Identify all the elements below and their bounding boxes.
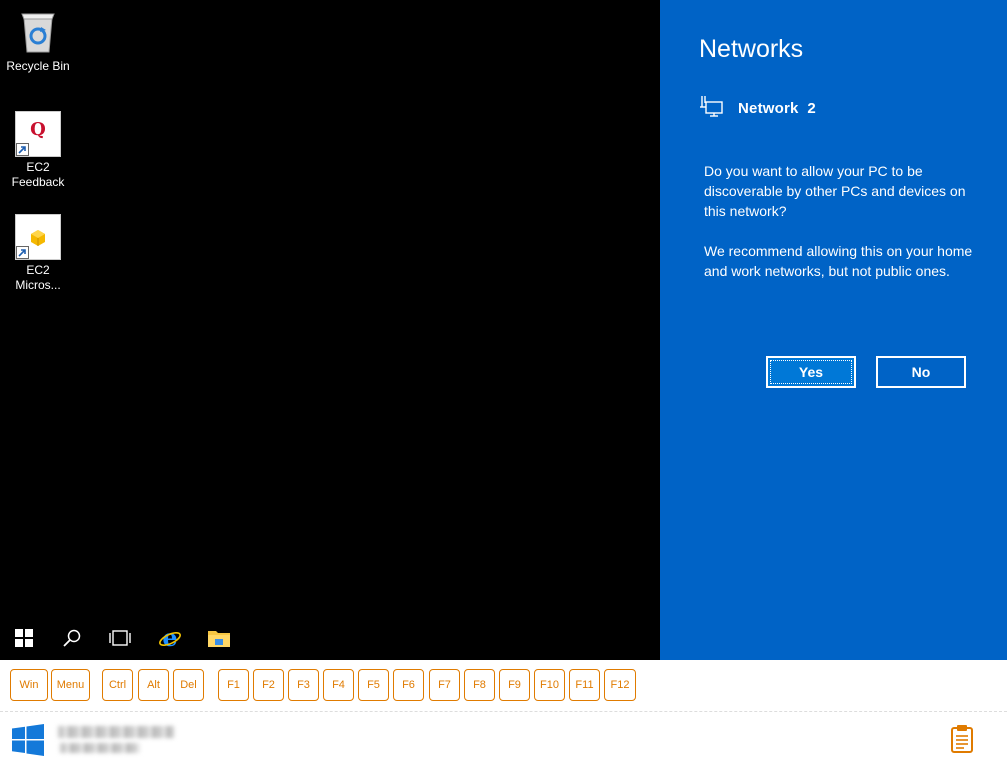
key-f9[interactable]: F9: [499, 669, 530, 701]
shortcut-arrow-icon: [16, 246, 29, 259]
key-win[interactable]: Win: [10, 669, 48, 701]
start-icon: [15, 628, 33, 652]
internet-explorer-button[interactable]: e: [146, 620, 194, 660]
feedback-glyph: Q: [30, 119, 46, 140]
desktop-icon-label: Recycle Bin: [6, 59, 70, 73]
search-button[interactable]: [48, 620, 96, 660]
flyout-title: Networks: [699, 35, 804, 63]
key-f7[interactable]: F7: [429, 669, 460, 701]
desktop-icon-label: EC2 Micros...: [15, 263, 61, 292]
task-view-button[interactable]: [96, 620, 144, 660]
file-explorer-icon: [207, 628, 231, 653]
redacted-session-name: [58, 726, 174, 738]
key-f2[interactable]: F2: [253, 669, 284, 701]
key-f10[interactable]: F10: [534, 669, 565, 701]
key-f5[interactable]: F5: [358, 669, 389, 701]
wired-network-icon: [700, 95, 724, 122]
key-f3[interactable]: F3: [288, 669, 319, 701]
recommendation-text: We recommend allowing this on your home …: [704, 243, 973, 279]
taskbar: e: [0, 620, 660, 660]
task-view-icon: [109, 629, 131, 651]
key-f8[interactable]: F8: [464, 669, 495, 701]
key-f1[interactable]: F1: [218, 669, 249, 701]
key-ctrl[interactable]: Ctrl: [102, 669, 133, 701]
key-f11[interactable]: F11: [569, 669, 600, 701]
key-f6[interactable]: F6: [393, 669, 424, 701]
search-icon: [63, 629, 81, 652]
key-alt[interactable]: Alt: [138, 669, 169, 701]
ec2-microsoft-icon: [15, 214, 61, 260]
ec2-feedback-icon: Q: [15, 111, 61, 157]
network-name: Network 2: [738, 100, 816, 117]
networks-flyout: Networks Network 2 Do you want to allow …: [660, 0, 1007, 660]
windows-logo-icon: [12, 724, 44, 761]
recycle-bin-icon: [14, 8, 62, 56]
key-f4[interactable]: F4: [323, 669, 354, 701]
desktop-icon-label: EC2 Feedback: [11, 160, 65, 189]
clipboard-icon[interactable]: [951, 725, 973, 758]
desktop-icon-ec2-micros[interactable]: EC2 Micros...: [0, 214, 76, 293]
desktop-icon-recycle-bin[interactable]: Recycle Bin: [0, 8, 76, 74]
svg-text:e: e: [162, 626, 177, 650]
yes-button[interactable]: Yes: [766, 356, 856, 388]
key-del[interactable]: Del: [173, 669, 204, 701]
internet-explorer-icon: e: [158, 623, 182, 655]
key-f12[interactable]: F12: [604, 669, 636, 701]
network-row: Network 2: [700, 95, 816, 122]
shortcut-arrow-icon: [16, 143, 29, 156]
discoverable-question: Do you want to allow your PC to be disco…: [704, 163, 966, 219]
key-menu[interactable]: Menu: [51, 669, 90, 701]
file-explorer-button[interactable]: [195, 620, 243, 660]
remote-desktop-screen[interactable]: Recycle Bin Q EC2 Feedback EC2 Micros...: [0, 0, 1007, 660]
start-button[interactable]: [0, 620, 48, 660]
no-button[interactable]: No: [876, 356, 966, 388]
footer-bar: [0, 712, 1007, 768]
redacted-session-address: [60, 743, 140, 753]
desktop-icon-ec2-feedback[interactable]: Q EC2 Feedback: [0, 111, 76, 190]
virtual-key-bar: Win Menu Ctrl Alt Del F1 F2 F3 F4 F5 F6 …: [0, 660, 1007, 712]
